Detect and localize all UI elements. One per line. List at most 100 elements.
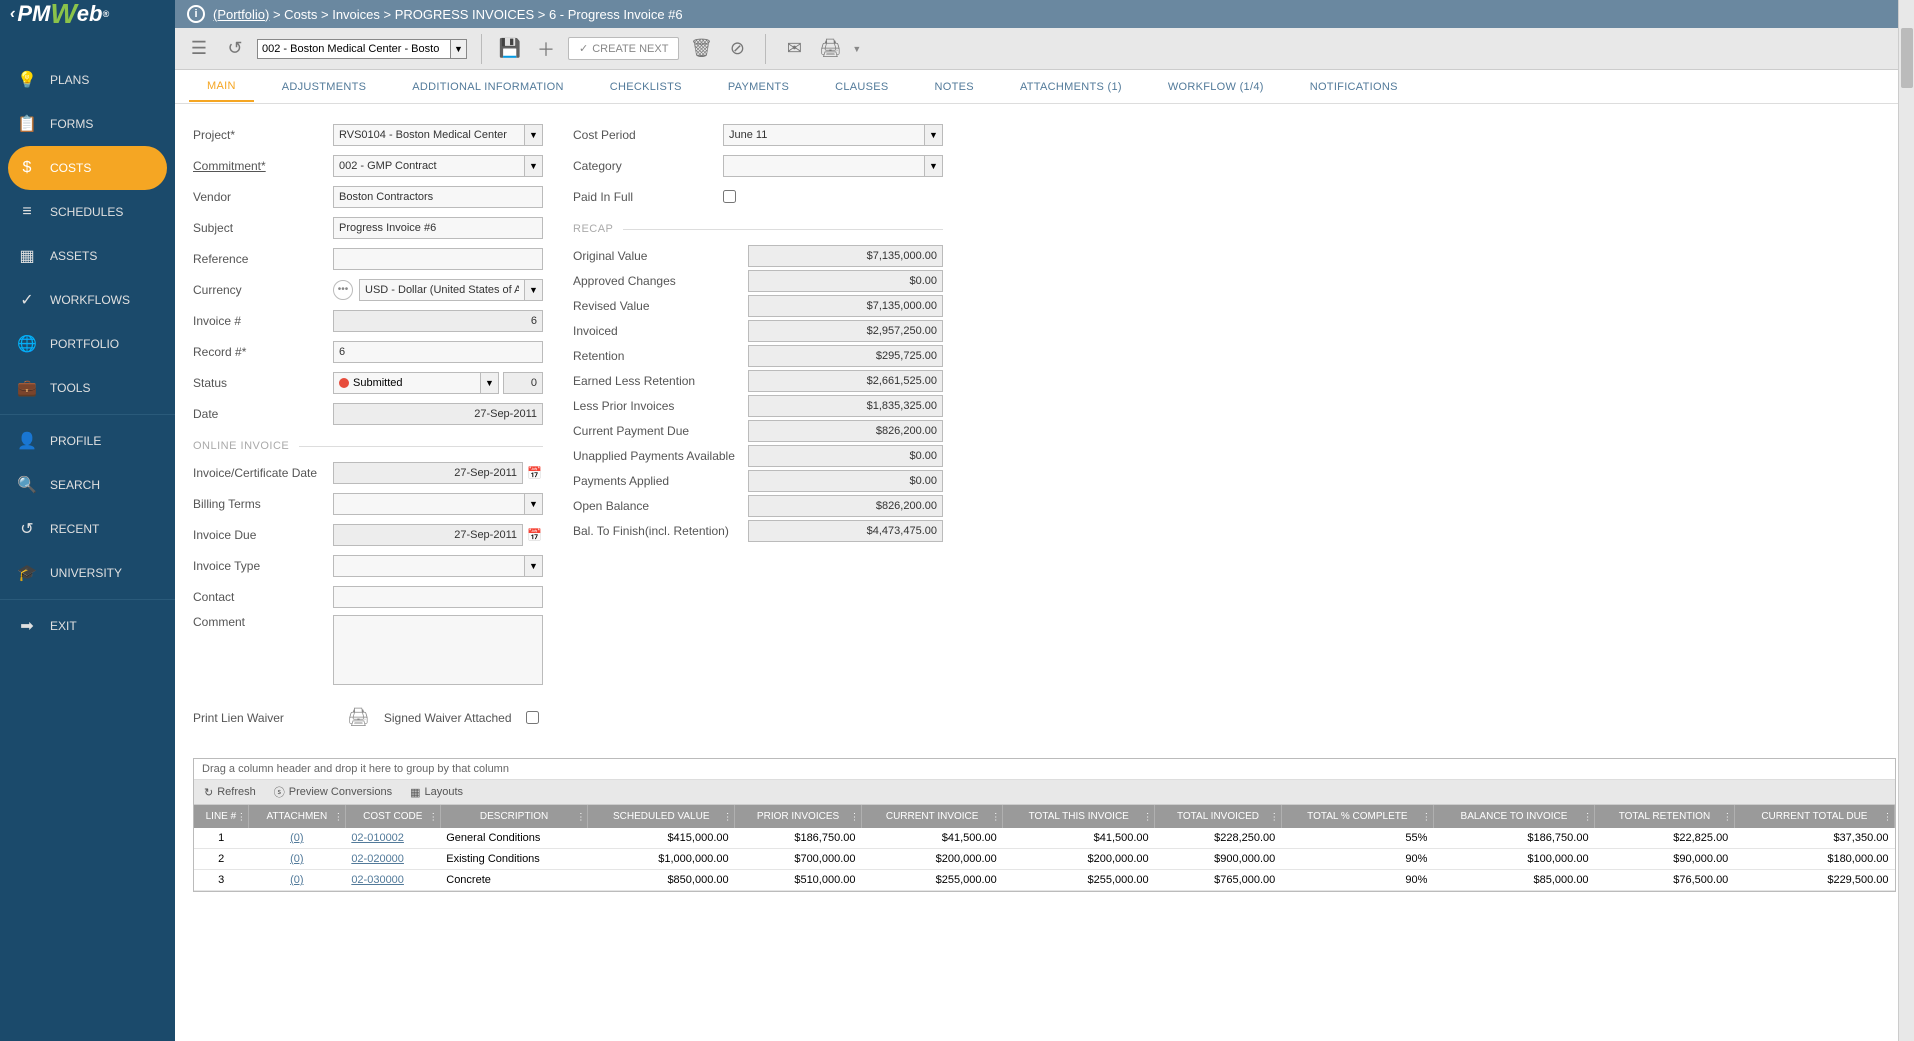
scrollbar-thumb[interactable] xyxy=(1901,28,1913,88)
tab-additional-information[interactable]: ADDITIONAL INFORMATION xyxy=(394,73,581,101)
chevron-down-icon[interactable]: ▼ xyxy=(525,555,543,577)
cell-attachment[interactable]: (0) xyxy=(248,870,345,891)
sidebar-item-recent[interactable]: ↺RECENT xyxy=(0,507,175,551)
grid-header[interactable]: TOTAL INVOICED⋮ xyxy=(1155,805,1282,828)
invoice-num-field[interactable] xyxy=(333,310,543,332)
currency-field[interactable] xyxy=(359,279,525,301)
tab-main[interactable]: MAIN xyxy=(189,72,254,102)
cell-attachment[interactable]: (0) xyxy=(248,849,345,870)
cert-date-field[interactable] xyxy=(333,462,523,484)
chevron-down-icon[interactable]: ▼ xyxy=(525,155,543,177)
recap-value xyxy=(748,495,943,517)
reference-field[interactable] xyxy=(333,248,543,270)
sidebar-item-university[interactable]: 🎓UNIVERSITY xyxy=(0,551,175,595)
table-row[interactable]: 1 (0) 02-010002 General Conditions $415,… xyxy=(194,828,1895,849)
tab-workflow-1-4-[interactable]: WORKFLOW (1/4) xyxy=(1150,73,1282,101)
tab-adjustments[interactable]: ADJUSTMENTS xyxy=(264,73,385,101)
cell-current: $41,500.00 xyxy=(862,828,1003,849)
sidebar-item-portfolio[interactable]: 🌐PORTFOLIO xyxy=(0,322,175,366)
subject-field[interactable] xyxy=(333,217,543,239)
paid-full-checkbox[interactable] xyxy=(723,190,736,203)
more-icon[interactable]: ••• xyxy=(333,280,353,300)
calendar-icon[interactable]: 📅 xyxy=(527,528,543,542)
chevron-down-icon[interactable]: ▼ xyxy=(451,39,467,59)
grid-header[interactable]: TOTAL THIS INVOICE⋮ xyxy=(1003,805,1155,828)
date-field[interactable] xyxy=(333,403,543,425)
mail-icon[interactable]: ✉ xyxy=(780,35,808,63)
sidebar-item-tools[interactable]: 💼TOOLS xyxy=(0,366,175,410)
comment-field[interactable] xyxy=(333,615,543,685)
preview-button[interactable]: ⓢ Preview Conversions xyxy=(274,784,392,800)
billing-terms-field[interactable] xyxy=(333,493,525,515)
sidebar-item-search[interactable]: 🔍SEARCH xyxy=(0,463,175,507)
recent-icon: ↺ xyxy=(18,520,36,538)
save-icon[interactable]: 💾 xyxy=(496,35,524,63)
project-field[interactable] xyxy=(333,124,525,146)
sidebar-item-plans[interactable]: 💡PLANS xyxy=(0,58,175,102)
layouts-button[interactable]: ▦ Layouts xyxy=(410,784,463,800)
invoice-due-field[interactable] xyxy=(333,524,523,546)
commitment-label[interactable]: Commitment* xyxy=(193,159,333,173)
breadcrumb-root[interactable]: (Portfolio) xyxy=(213,7,269,22)
delete-icon[interactable]: 🗑 xyxy=(687,35,715,63)
cost-period-field[interactable] xyxy=(723,124,925,146)
print-icon[interactable]: 🖨 xyxy=(816,35,844,63)
create-next-button[interactable]: ✓CREATE NEXT xyxy=(568,37,679,60)
sidebar-item-forms[interactable]: 📋FORMS xyxy=(0,102,175,146)
sidebar-item-workflows[interactable]: ✓WORKFLOWS xyxy=(0,278,175,322)
sidebar-item-schedules[interactable]: ≡SCHEDULES xyxy=(0,190,175,234)
vendor-field[interactable] xyxy=(333,186,543,208)
chevron-down-icon[interactable]: ▼ xyxy=(925,124,943,146)
grid-header[interactable]: LINE #⋮ xyxy=(194,805,248,828)
tab-notes[interactable]: NOTES xyxy=(917,73,992,101)
grid-header[interactable]: COST CODE⋮ xyxy=(345,805,440,828)
tab-notifications[interactable]: NOTIFICATIONS xyxy=(1292,73,1416,101)
waiver-checkbox[interactable] xyxy=(526,711,539,724)
category-field[interactable] xyxy=(723,155,925,177)
grid-header[interactable]: SCHEDULED VALUE⋮ xyxy=(588,805,735,828)
grid-header[interactable]: ATTACHMEN⋮ xyxy=(248,805,345,828)
list-icon[interactable]: ☰ xyxy=(185,35,213,63)
history-icon[interactable]: ↺ xyxy=(221,35,249,63)
grid-header[interactable]: PRIOR INVOICES⋮ xyxy=(735,805,862,828)
tab-clauses[interactable]: CLAUSES xyxy=(817,73,906,101)
cell-current: $200,000.00 xyxy=(862,849,1003,870)
sidebar-item-exit[interactable]: ➡EXIT xyxy=(0,604,175,648)
block-icon[interactable]: ⊘ xyxy=(723,35,751,63)
print-lien-icon[interactable]: 🖨 xyxy=(347,707,370,728)
tab-checklists[interactable]: CHECKLISTS xyxy=(592,73,700,101)
scrollbar[interactable] xyxy=(1898,0,1914,1041)
grid-header[interactable]: CURRENT TOTAL DUE⋮ xyxy=(1734,805,1894,828)
table-row[interactable]: 3 (0) 02-030000 Concrete $850,000.00 $51… xyxy=(194,870,1895,891)
grid-header[interactable]: TOTAL % COMPLETE⋮ xyxy=(1281,805,1433,828)
grid-header[interactable]: CURRENT INVOICE⋮ xyxy=(862,805,1003,828)
cell-costcode[interactable]: 02-030000 xyxy=(345,870,440,891)
cell-attachment[interactable]: (0) xyxy=(248,828,345,849)
grid-header[interactable]: DESCRIPTION⋮ xyxy=(440,805,588,828)
chevron-down-icon[interactable]: ▼ xyxy=(481,372,499,394)
refresh-button[interactable]: ↻ Refresh xyxy=(204,784,256,800)
sidebar-item-profile[interactable]: 👤PROFILE xyxy=(0,419,175,463)
sidebar-item-costs[interactable]: $COSTS xyxy=(8,146,167,190)
cell-costcode[interactable]: 02-020000 xyxy=(345,849,440,870)
table-row[interactable]: 2 (0) 02-020000 Existing Conditions $1,0… xyxy=(194,849,1895,870)
chevron-down-icon[interactable]: ▼ xyxy=(525,493,543,515)
grid-header[interactable]: TOTAL RETENTION⋮ xyxy=(1595,805,1735,828)
info-icon[interactable]: i xyxy=(187,5,205,23)
grid-group-hint[interactable]: Drag a column header and drop it here to… xyxy=(194,759,1895,780)
invoice-type-field[interactable] xyxy=(333,555,525,577)
commitment-field[interactable] xyxy=(333,155,525,177)
chevron-down-icon[interactable]: ▼ xyxy=(525,124,543,146)
record-num-field[interactable] xyxy=(333,341,543,363)
tab-payments[interactable]: PAYMENTS xyxy=(710,73,807,101)
grid-header[interactable]: BALANCE TO INVOICE⋮ xyxy=(1433,805,1594,828)
contact-field[interactable] xyxy=(333,586,543,608)
record-selector[interactable] xyxy=(257,39,451,59)
chevron-down-icon[interactable]: ▼ xyxy=(925,155,943,177)
calendar-icon[interactable]: 📅 xyxy=(527,466,543,480)
add-icon[interactable]: ＋ xyxy=(532,35,560,63)
chevron-down-icon[interactable]: ▼ xyxy=(525,279,543,301)
tab-attachments-1-[interactable]: ATTACHMENTS (1) xyxy=(1002,73,1140,101)
sidebar-item-assets[interactable]: ▦ASSETS xyxy=(0,234,175,278)
cell-costcode[interactable]: 02-010002 xyxy=(345,828,440,849)
